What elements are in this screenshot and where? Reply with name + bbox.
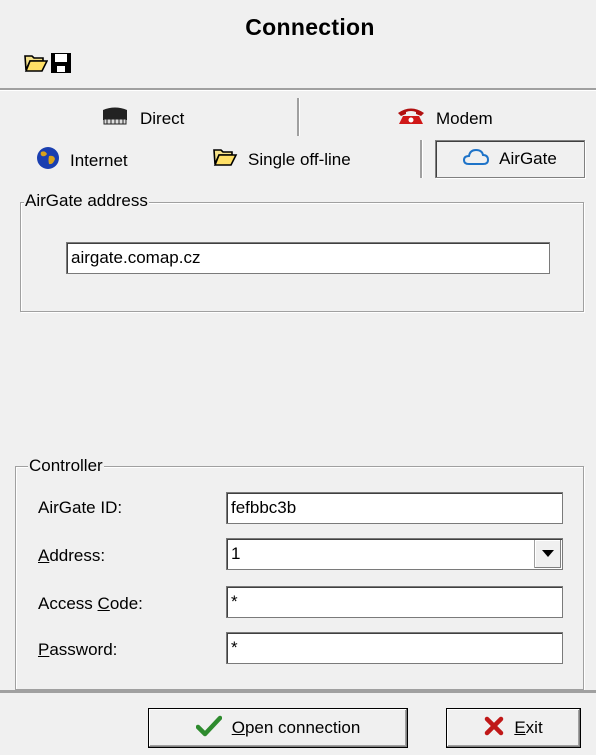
access-code-label: Access Code: (38, 594, 143, 613)
tab-modem[interactable]: Modem (396, 106, 493, 131)
password-input[interactable]: * (226, 632, 563, 664)
red-x-icon (484, 716, 504, 741)
folder-open-icon (212, 146, 238, 173)
password-label: Password: (38, 640, 118, 659)
airgate-address-legend: AirGate address (24, 191, 149, 211)
footer-separator (0, 690, 596, 693)
tab-airgate[interactable]: AirGate (435, 140, 585, 178)
address-select[interactable]: 1 (226, 538, 563, 570)
address-select-value: 1 (231, 544, 241, 563)
chevron-down-icon[interactable] (534, 540, 561, 568)
tab-internet[interactable]: Internet (36, 146, 128, 175)
tab-airgate-label: AirGate (499, 149, 557, 168)
telephone-icon (396, 106, 426, 131)
access-code-input[interactable]: * (226, 586, 563, 618)
tab-modem-label: Modem (436, 108, 493, 128)
tab-separator (420, 140, 423, 178)
exit-button[interactable]: Exit (446, 708, 581, 748)
checkmark-icon (195, 715, 222, 742)
address-label: Address: (38, 546, 106, 565)
open-connection-button[interactable]: Open connection (148, 708, 408, 748)
tab-direct[interactable]: Direct (100, 106, 184, 131)
globe-icon (36, 146, 60, 175)
open-connection-label: Open connection (231, 718, 361, 737)
tab-separator (297, 98, 300, 136)
dialog-title: Connection (245, 14, 375, 40)
airgate-id-label: AirGate ID: (38, 498, 123, 517)
airgate-address-input[interactable]: airgate.comap.cz (66, 242, 550, 274)
tab-internet-label: Internet (70, 150, 128, 170)
tab-single-offline[interactable]: Single off-line (212, 146, 351, 173)
tab-single-offline-label: Single off-line (248, 149, 351, 169)
exit-label: Exit (514, 718, 543, 737)
airgate-id-input[interactable]: fefbbc3b (226, 492, 563, 524)
serial-cable-icon (100, 106, 130, 131)
floppy-save-icon[interactable] (50, 52, 72, 74)
folder-open-icon[interactable] (24, 52, 49, 74)
tab-direct-label: Direct (140, 108, 185, 128)
controller-legend: Controller (28, 456, 104, 476)
cloud-icon (463, 148, 490, 171)
